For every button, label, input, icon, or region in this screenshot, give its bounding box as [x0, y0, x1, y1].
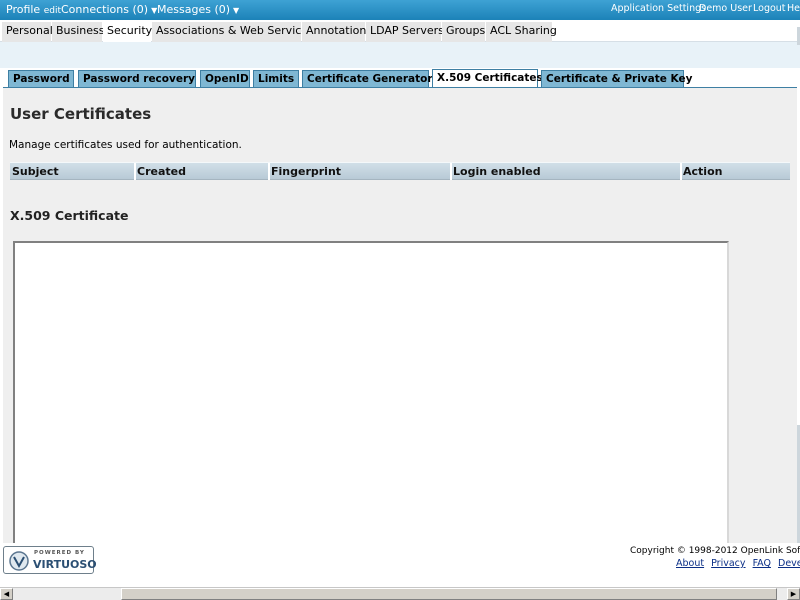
- footer-link-faq[interactable]: FAQ: [753, 558, 771, 569]
- badge-virtuoso-text: VIRTUOSO: [33, 558, 97, 571]
- scrollbar-thumb[interactable]: [121, 588, 777, 600]
- profile-link[interactable]: Profile edit: [6, 3, 61, 16]
- nav-business[interactable]: Business: [52, 22, 105, 42]
- virtuoso-logo-icon: [9, 551, 29, 571]
- top-bar: Profile edit Connections (0) ▼ Messages (…: [0, 0, 800, 20]
- tab-password-recovery[interactable]: Password recovery: [78, 70, 196, 87]
- help-link[interactable]: Help: [787, 3, 800, 14]
- main-nav: Personal Business Security Associations …: [0, 20, 800, 42]
- footer-link-developers[interactable]: Developers: [778, 558, 800, 569]
- subnav-strip: [0, 42, 800, 68]
- messages-label[interactable]: Messages (0): [157, 3, 230, 16]
- nav-acl-sharing[interactable]: ACL Sharing: [486, 22, 557, 42]
- connections-label[interactable]: Connections (0): [61, 3, 148, 16]
- tab-certificate-generator[interactable]: Certificate Generator: [302, 70, 433, 87]
- profile-label[interactable]: Profile: [6, 3, 40, 16]
- x509-certificate-heading: X.509 Certificate: [10, 208, 129, 223]
- messages-menu[interactable]: Messages (0) ▼: [157, 3, 239, 16]
- nav-annotations[interactable]: Annotations: [302, 22, 372, 42]
- footer: POWERED BY VIRTUOSO Copyright © 1998-201…: [0, 543, 800, 587]
- tab-limits[interactable]: Limits: [253, 70, 299, 87]
- nav-security[interactable]: Security: [103, 22, 152, 42]
- x509-certificate-textarea[interactable]: [13, 241, 729, 551]
- nav-associations-web-services[interactable]: Associations & Web Services: [152, 22, 314, 42]
- footer-link-about[interactable]: About: [676, 558, 704, 569]
- column-header-created[interactable]: Created: [137, 165, 186, 178]
- certificates-table-header: Subject Created Fingerprint Login enable…: [10, 162, 790, 180]
- powered-by-virtuoso-badge[interactable]: POWERED BY VIRTUOSO: [3, 546, 97, 574]
- column-divider: [268, 163, 270, 180]
- nav-groups[interactable]: Groups: [442, 22, 485, 42]
- column-divider: [450, 163, 452, 180]
- logout-link[interactable]: Logout: [753, 3, 786, 14]
- column-divider: [680, 163, 682, 180]
- profile-edit-link[interactable]: edit: [44, 6, 61, 16]
- tab-password[interactable]: Password: [8, 70, 74, 87]
- application-settings-link[interactable]: Application Settings: [611, 3, 706, 14]
- nav-ldap-servers[interactable]: LDAP Servers: [366, 22, 444, 42]
- page-description: Manage certificates used for authenticat…: [9, 139, 242, 151]
- column-header-subject[interactable]: Subject: [12, 165, 59, 178]
- horizontal-scrollbar[interactable]: ◀ ▶: [0, 587, 800, 600]
- copyright-text: Copyright © 1998-2012 OpenLink Software: [630, 546, 800, 556]
- connections-menu[interactable]: Connections (0) ▼: [61, 3, 157, 16]
- user-name-link[interactable]: Demo User: [699, 3, 752, 14]
- column-divider: [134, 163, 136, 180]
- tab-x509-certificates[interactable]: X.509 Certificates: [432, 69, 543, 88]
- column-header-action[interactable]: Action: [683, 165, 722, 178]
- arrow-left-icon[interactable]: ◀: [0, 588, 13, 600]
- footer-link-privacy[interactable]: Privacy: [711, 558, 745, 569]
- tab-certificate-private-key[interactable]: Certificate & Private Key: [541, 70, 692, 87]
- badge-powered-by-text: POWERED BY: [34, 550, 85, 556]
- nav-personal[interactable]: Personal: [2, 22, 53, 42]
- column-header-login-enabled[interactable]: Login enabled: [453, 165, 541, 178]
- caret-down-icon[interactable]: ▼: [233, 6, 239, 15]
- page-title: User Certificates: [10, 105, 152, 123]
- tab-openid[interactable]: OpenID: [200, 70, 250, 87]
- column-header-fingerprint[interactable]: Fingerprint: [271, 165, 341, 178]
- arrow-right-icon[interactable]: ▶: [787, 588, 800, 600]
- footer-links: About Privacy FAQ Developers: [676, 558, 800, 569]
